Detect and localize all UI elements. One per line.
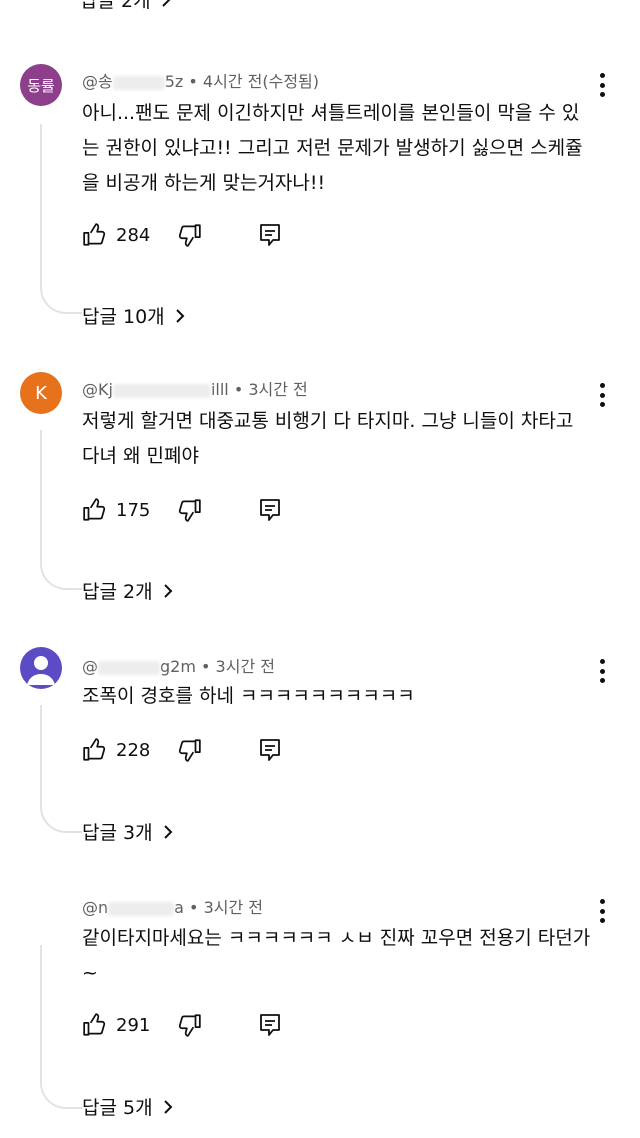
like-icon [83, 498, 106, 521]
comment-meta: @Kj illl • 3시간 전 [82, 376, 308, 400]
comment-time: • 3시간 전 [233, 380, 308, 399]
comment-text: 조폭이 경호를 하네 ㅋㅋㅋㅋㅋㅋㅋㅋㅋㅋ [82, 685, 415, 707]
comment-actions: 228 [82, 734, 282, 766]
avatar-text: K [35, 382, 47, 404]
comment-meta: @ g2m • 3시간 전 [82, 653, 275, 677]
like-icon [83, 738, 106, 761]
reply-count-label: 답글 5개 [82, 1097, 153, 1119]
thread-line [40, 705, 82, 833]
reply-count-label: 답글 2개 [80, 0, 151, 12]
thread-line [40, 945, 82, 1109]
author-handle-end[interactable]: illl [211, 380, 229, 399]
like-count: 284 [116, 224, 151, 246]
reply-button[interactable] [258, 1009, 282, 1041]
dislike-button[interactable] [176, 219, 202, 251]
reply-count-link[interactable]: 답글 10개 [82, 302, 185, 329]
more-options-icon[interactable] [592, 657, 612, 685]
chevron-right-icon [161, 0, 170, 7]
thread-line [40, 430, 82, 590]
dislike-icon [179, 739, 202, 762]
thread-line [40, 124, 82, 314]
author-handle[interactable]: @송 [82, 72, 113, 91]
comment-time: • 4시간 전(수정됨) [188, 72, 319, 91]
dislike-button[interactable] [176, 1009, 202, 1041]
reply-button[interactable] [258, 734, 282, 766]
avatar[interactable]: 동률 [20, 64, 62, 106]
dislike-button[interactable] [176, 734, 202, 766]
comment-time: • 3시간 전 [189, 898, 263, 917]
chevron-right-icon [163, 824, 172, 839]
redacted-handle [112, 75, 165, 90]
reply-count-label: 답글 10개 [82, 306, 165, 328]
reply-count-link[interactable]: 답글 3개 [82, 818, 173, 845]
author-handle-end[interactable]: a [174, 898, 184, 917]
comment-actions: 284 [82, 219, 282, 251]
comment-actions: 291 [82, 1009, 282, 1041]
reply-icon [260, 499, 281, 521]
dislike-icon [179, 1014, 202, 1037]
reply-icon [260, 1014, 281, 1036]
reply-count-label: 답글 2개 [82, 581, 153, 603]
chevron-right-icon [163, 1099, 172, 1114]
comment-text: 저렇게 할거면 대중교통 비행기 다 타지마. 그냥 니들이 차타고 다녀 왜 … [82, 410, 574, 467]
redacted-handle [98, 660, 160, 675]
reply-button[interactable] [258, 219, 282, 251]
comment-text: 같이타지마세요는 ㅋㅋㅋㅋㅋㅋ ㅅㅂ 진짜 꼬우면 전용기 타던가~ [82, 927, 591, 984]
redacted-handle [108, 901, 175, 916]
author-handle[interactable]: @Kj [82, 380, 113, 399]
dislike-icon [179, 224, 202, 247]
like-button[interactable]: 284 [82, 219, 150, 251]
more-options-icon[interactable] [592, 71, 612, 99]
chevron-right-icon [163, 583, 172, 598]
reply-button[interactable] [258, 494, 282, 526]
like-icon [83, 223, 106, 246]
reply-icon [260, 224, 281, 246]
reply-icon [260, 739, 281, 761]
reply-count-link[interactable]: 답글 2개 [80, 0, 171, 13]
like-count: 175 [116, 499, 151, 521]
author-handle-end[interactable]: g2m [160, 657, 196, 676]
author-handle[interactable]: @ [82, 657, 98, 676]
reply-count-link[interactable]: 답글 2개 [82, 577, 173, 604]
default-avatar-icon [27, 656, 55, 685]
more-options-icon[interactable] [592, 381, 612, 409]
avatar[interactable]: K [20, 372, 62, 414]
dislike-icon [179, 499, 202, 522]
like-count: 291 [116, 1014, 151, 1036]
reply-count-link[interactable]: 답글 5개 [82, 1093, 173, 1120]
avatar[interactable] [20, 647, 62, 689]
like-button[interactable]: 291 [82, 1009, 150, 1041]
author-handle[interactable]: @n [82, 898, 108, 917]
comment-meta: @n a • 3시간 전 [82, 894, 263, 918]
comment-time: • 3시간 전 [201, 657, 275, 676]
avatar[interactable] [20, 888, 62, 930]
chevron-right-icon [175, 308, 185, 323]
reply-count-label: 답글 3개 [82, 822, 153, 844]
like-count: 228 [116, 739, 151, 761]
comment-meta: @송 5z • 4시간 전(수정됨) [82, 68, 319, 92]
comment-actions: 175 [82, 494, 282, 526]
comment-text: 아니...팬도 문제 이긴하지만 셔틀트레이를 본인들이 막을 수 있는 권한이… [82, 102, 583, 194]
like-button[interactable]: 175 [82, 494, 150, 526]
dislike-button[interactable] [176, 494, 202, 526]
like-button[interactable]: 228 [82, 734, 150, 766]
more-options-icon[interactable] [592, 897, 612, 925]
redacted-handle [112, 383, 211, 398]
author-handle-end[interactable]: 5z [165, 72, 184, 91]
like-icon [83, 1013, 106, 1036]
avatar-text: 동률 [27, 76, 55, 95]
